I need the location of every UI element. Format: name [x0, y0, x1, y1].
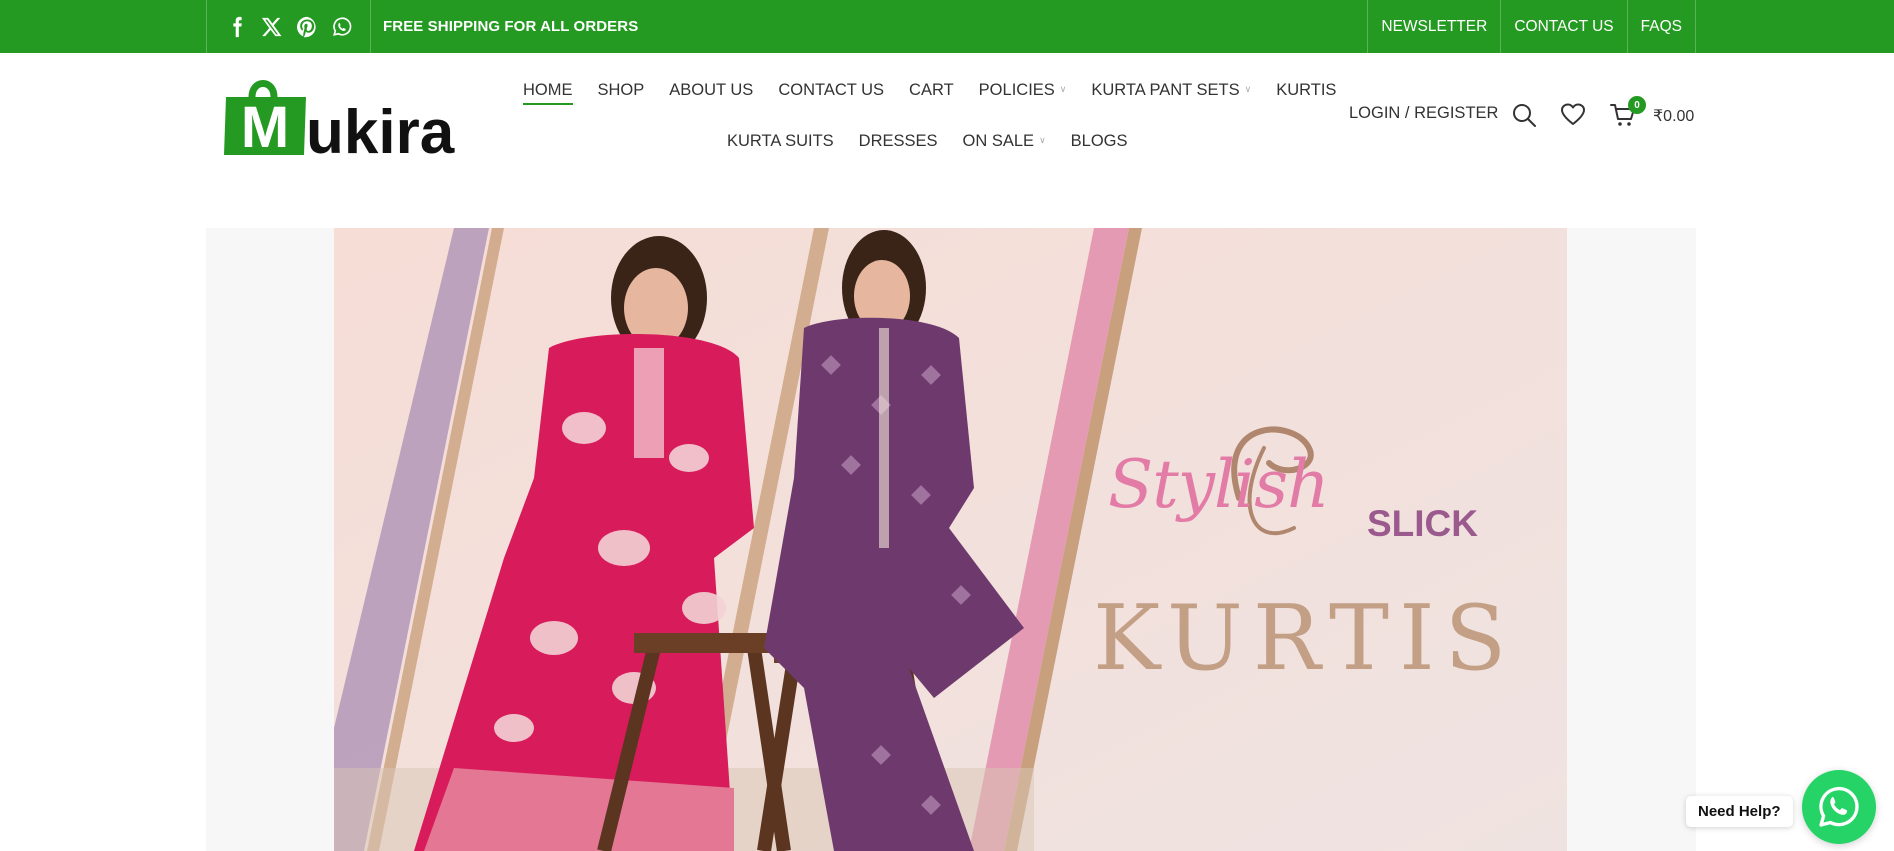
main-nav-row-2: KURTA SUITS DRESSES ON SALE ∨ BLOGS — [727, 126, 1153, 156]
newsletter-link[interactable]: NEWSLETTER — [1367, 0, 1500, 53]
nav-label: DRESSES — [858, 131, 938, 150]
search-icon[interactable] — [1510, 101, 1538, 129]
hero-headline-small: SLICK — [1367, 503, 1478, 544]
top-bar-inner: FREE SHIPPING FOR ALL ORDERS NEWSLETTER … — [206, 0, 1696, 53]
top-bar: FREE SHIPPING FOR ALL ORDERS NEWSLETTER … — [0, 0, 1894, 53]
nav-item-kurtis[interactable]: KURTIS — [1276, 81, 1336, 100]
login-register-link[interactable]: LOGIN / REGISTER — [1349, 104, 1498, 123]
site-header: M ukira HOME SHOP ABOUT US CONTACT US CA… — [0, 53, 1894, 177]
top-links: NEWSLETTER CONTACT US FAQS — [1367, 0, 1695, 53]
nav-item-shop[interactable]: SHOP — [598, 81, 645, 100]
nav-label: KURTA SUITS — [727, 131, 834, 150]
pinterest-icon[interactable] — [295, 15, 319, 39]
nav-label: ON SALE — [962, 131, 1035, 150]
social-links — [207, 0, 371, 53]
heart-icon[interactable] — [1559, 101, 1587, 129]
hero-headline-big: KURTIS — [1093, 586, 1517, 691]
nav-item-policies[interactable]: POLICIES ∨ — [979, 81, 1067, 100]
nav-item-kurta-suits[interactable]: KURTA SUITS — [727, 132, 834, 151]
site-logo[interactable]: M ukira — [222, 73, 464, 167]
logo-letter: M — [241, 95, 289, 160]
hero-headline-script: Stylish — [1108, 446, 1330, 523]
nav-item-contact-us[interactable]: CONTACT US — [778, 81, 884, 100]
chevron-down-icon: ∨ — [1059, 83, 1067, 94]
main-nav-row-1: HOME SHOP ABOUT US CONTACT US CART POLIC… — [523, 75, 1361, 105]
faqs-link[interactable]: FAQS — [1626, 0, 1695, 53]
nav-item-kurta-pant-sets[interactable]: KURTA PANT SETS ∨ — [1091, 81, 1251, 100]
nav-item-about-us[interactable]: ABOUT US — [669, 81, 753, 100]
nav-label: BLOGS — [1070, 131, 1128, 150]
nav-label: KURTIS — [1276, 80, 1337, 99]
cart-total[interactable]: ₹0.00 — [1653, 106, 1694, 126]
shipping-notice: FREE SHIPPING FOR ALL ORDERS — [383, 18, 639, 35]
nav-item-dresses[interactable]: DRESSES — [859, 132, 938, 151]
need-help-label[interactable]: Need Help? — [1686, 796, 1793, 827]
nav-label: ABOUT US — [669, 80, 754, 99]
chevron-down-icon: ∨ — [1244, 83, 1252, 94]
nav-label: KURTA PANT SETS — [1091, 80, 1240, 99]
nav-item-cart[interactable]: CART — [909, 81, 954, 100]
nav-label: HOME — [523, 80, 573, 99]
whatsapp-chat-button[interactable] — [1802, 770, 1876, 844]
nav-label: CART — [909, 80, 954, 99]
nav-item-on-sale[interactable]: ON SALE ∨ — [963, 132, 1046, 151]
whatsapp-icon[interactable] — [330, 15, 354, 39]
contact-us-link[interactable]: CONTACT US — [1500, 0, 1626, 53]
logo-text: ukira — [306, 98, 455, 161]
x-twitter-icon[interactable] — [260, 15, 284, 39]
cart-count-badge: 0 — [1628, 96, 1646, 114]
whatsapp-icon — [1819, 786, 1859, 827]
nav-item-home[interactable]: HOME — [523, 80, 573, 105]
nav-label: POLICIES — [978, 80, 1055, 99]
nav-item-blogs[interactable]: BLOGS — [1071, 132, 1128, 151]
chevron-down-icon: ∨ — [1039, 134, 1046, 145]
facebook-icon[interactable] — [225, 15, 249, 39]
nav-label: CONTACT US — [778, 80, 885, 99]
nav-label: SHOP — [597, 80, 645, 99]
